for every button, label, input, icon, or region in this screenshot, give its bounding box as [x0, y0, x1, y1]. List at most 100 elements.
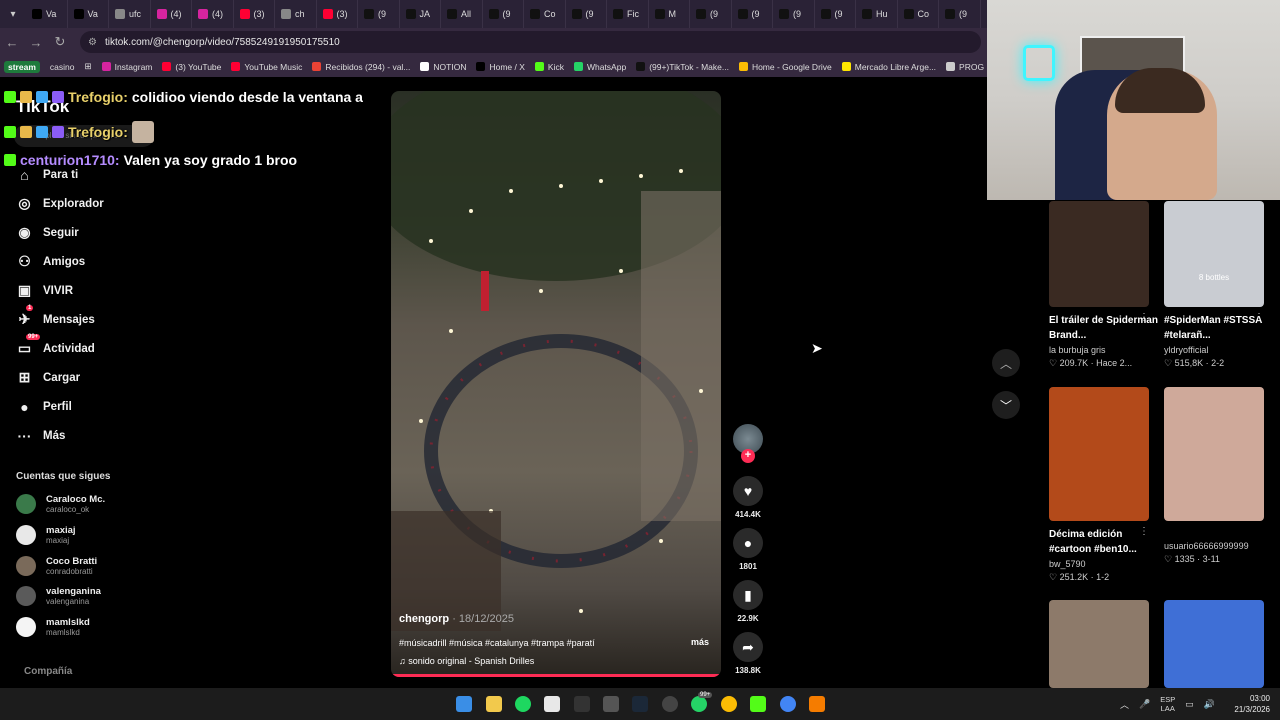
company-link[interactable]: Compañía — [24, 666, 72, 677]
start-icon[interactable] — [456, 696, 472, 712]
sidebar-item-more[interactable]: ··· Más — [16, 427, 66, 444]
browser-tab[interactable]: ufc — [109, 0, 151, 28]
sidebar-item-home[interactable]: ⌂ Para ti — [16, 166, 78, 183]
browser-tab[interactable]: JA — [400, 0, 441, 28]
whatsapp-icon[interactable] — [691, 696, 707, 712]
capcut-icon[interactable] — [603, 696, 619, 712]
comment-icon[interactable]: ● — [733, 528, 763, 558]
browser-tab[interactable]: (9 — [732, 0, 773, 28]
network-icon[interactable]: ▭ — [1185, 699, 1194, 710]
bookmark-item[interactable]: (99+)TikTok - Make... — [636, 62, 729, 72]
volume-icon[interactable]: 🔊 — [1204, 699, 1215, 710]
save-action[interactable]: ▮ 22.9K — [731, 580, 765, 623]
video-author[interactable]: chengorp · 18/12/2025 — [399, 613, 514, 625]
browser-tab[interactable]: (9 — [566, 0, 607, 28]
browser-tab[interactable]: (3) — [317, 0, 358, 28]
store-icon[interactable] — [544, 696, 560, 712]
browser-tab[interactable]: All — [441, 0, 483, 28]
browser-tab[interactable]: (4) — [192, 0, 234, 28]
bookmark-item[interactable]: Instagram — [101, 62, 152, 72]
bookmark-item[interactable]: (3) YouTube — [162, 62, 221, 72]
sidebar-item-compass[interactable]: ◎ Explorador — [16, 195, 103, 212]
video-author-name[interactable]: chengorp — [399, 613, 449, 625]
sidebar-item-activity[interactable]: ▭ 99+ Actividad — [16, 334, 95, 357]
sidebar-item-following[interactable]: ◉ Seguir — [16, 224, 78, 241]
video-player[interactable]: chengorp · 18/12/2025 #músicadrill #músi… — [391, 91, 721, 677]
bookmark-item[interactable]: PROG — [946, 62, 984, 72]
back-icon[interactable]: ← — [0, 35, 24, 50]
browser-tab[interactable]: (3) — [234, 0, 275, 28]
browser-tab[interactable]: ch — [275, 0, 317, 28]
followed-account[interactable]: Coco Bratti conradobratti — [16, 556, 97, 576]
followed-account[interactable]: Caraloco Mc. caraloco_ok — [16, 494, 105, 514]
video-progress-bar[interactable] — [391, 674, 721, 677]
more-options-icon[interactable]: ⋮ — [1139, 312, 1149, 323]
recommended-video-thumbnail[interactable] — [1049, 387, 1149, 521]
browser-tab[interactable]: M — [649, 0, 690, 28]
browser-tab[interactable]: (4) — [151, 0, 192, 28]
bookmark-item[interactable]: NOTION — [420, 62, 466, 72]
bookmark-stream[interactable]: stream — [4, 60, 40, 73]
recommended-video-author[interactable]: usuario66666999999 — [1164, 541, 1249, 551]
more-options-icon[interactable]: ⋮ — [1254, 312, 1264, 323]
like-action[interactable]: ♥ 414.4K — [731, 476, 765, 519]
bookmark-item[interactable]: Mercado Libre Arge... — [841, 62, 936, 72]
recommended-video-thumbnail[interactable] — [1049, 201, 1149, 307]
recommended-video-thumbnail[interactable] — [1164, 600, 1264, 688]
browser-tab[interactable]: Hu — [856, 0, 898, 28]
chrome-active-icon[interactable] — [780, 696, 796, 712]
previous-video-button[interactable]: ︿ — [992, 349, 1020, 377]
recommended-video-author[interactable]: bw_5790 — [1049, 559, 1086, 569]
kick-icon[interactable] — [750, 696, 766, 712]
bookmark-item[interactable]: Kick — [534, 62, 564, 72]
browser-tab[interactable]: Va — [26, 0, 68, 28]
reload-icon[interactable]: ↻ — [48, 34, 72, 50]
browser-tab[interactable]: Fic — [607, 0, 649, 28]
spotify-icon[interactable] — [515, 696, 531, 712]
bookmark-item[interactable]: Home - Google Drive — [738, 62, 832, 72]
browser-tab[interactable]: Co — [898, 0, 939, 28]
bookmark-item[interactable]: WhatsApp — [573, 62, 626, 72]
recommended-video-thumbnail[interactable] — [1164, 387, 1264, 521]
tab-search-icon[interactable]: ▾ — [0, 9, 26, 20]
browser-tab[interactable]: (9 — [815, 0, 856, 28]
followed-account[interactable]: mamlslkd mamlslkd — [16, 617, 90, 637]
share-action[interactable]: ➦ 138.8K — [731, 632, 765, 675]
bookmark-item[interactable]: Recibidos (294) - val... — [312, 62, 410, 72]
browser-tab[interactable]: (9 — [483, 0, 524, 28]
clock[interactable]: 03:00 21/3/2026 — [1234, 693, 1270, 715]
steam-icon[interactable] — [632, 696, 648, 712]
language-indicator[interactable]: ESP LAA — [1160, 695, 1175, 713]
browser-tab[interactable]: (9 — [939, 0, 981, 28]
address-bar[interactable]: ⚙ tiktok.com/@chengorp/video/75852491919… — [80, 31, 981, 53]
next-video-button[interactable]: ﹀ — [992, 391, 1020, 419]
recommended-video-thumbnail[interactable]: 8 bottles — [1164, 201, 1264, 307]
heart-icon[interactable]: ♥ — [733, 476, 763, 506]
site-info-icon[interactable]: ⚙ — [88, 37, 97, 48]
followed-account[interactable]: valenganina valenganina — [16, 586, 101, 606]
obs-icon[interactable] — [662, 696, 678, 712]
sidebar-item-live[interactable]: ▣ VIVIR — [16, 282, 73, 299]
more-options-icon[interactable]: ⋮ — [1139, 526, 1149, 537]
follow-plus-icon[interactable]: + — [741, 449, 755, 463]
epic-games-icon[interactable] — [574, 696, 590, 712]
browser-tab[interactable]: Va — [68, 0, 109, 28]
sidebar-item-profile[interactable]: ● Perfil — [16, 398, 72, 415]
tray-arrow-icon[interactable]: ︿ — [1120, 698, 1129, 711]
apps-grid-icon[interactable]: ⊞ — [84, 61, 91, 72]
followed-account[interactable]: maxiaj maxiaj — [16, 525, 76, 545]
recommended-video-author[interactable]: la burbuja gris — [1049, 345, 1106, 355]
recommended-video-author[interactable]: yldryofficial — [1164, 345, 1208, 355]
sidebar-item-upload[interactable]: ⊞ Cargar — [16, 369, 80, 386]
app-icon[interactable] — [809, 696, 825, 712]
browser-tab[interactable]: (9 — [773, 0, 815, 28]
browser-tab[interactable]: Co — [524, 0, 566, 28]
sidebar-item-friends[interactable]: ⚇ Amigos — [16, 253, 85, 270]
bookmark-icon[interactable]: ▮ — [733, 580, 763, 610]
recommended-video-thumbnail[interactable] — [1049, 600, 1149, 688]
forward-icon[interactable]: → — [24, 35, 48, 50]
microphone-icon[interactable]: 🎤 — [1139, 699, 1150, 710]
bookmark-item[interactable]: Home / X — [476, 62, 525, 72]
share-icon[interactable]: ➦ — [733, 632, 763, 662]
comment-action[interactable]: ● 1801 — [731, 528, 765, 571]
